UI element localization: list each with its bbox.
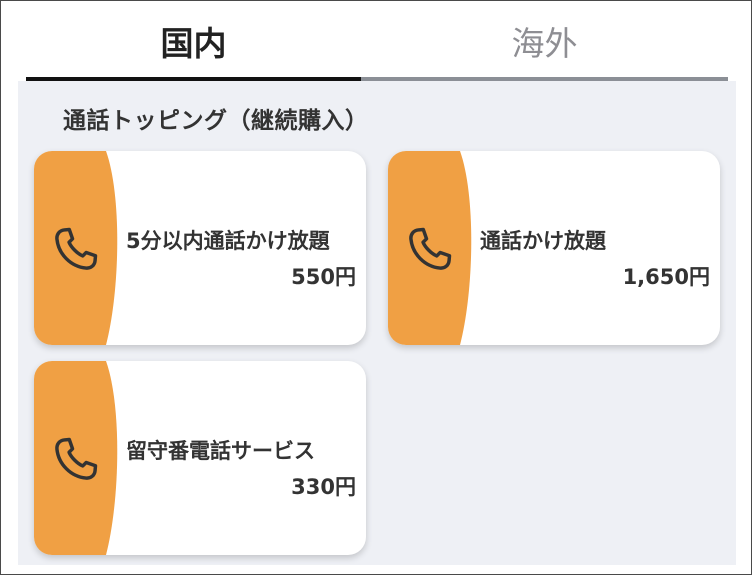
- topping-price: 550円: [291, 265, 356, 289]
- topping-price: 330円: [291, 475, 356, 499]
- topping-name: 5分以内通話かけ放題: [126, 229, 330, 253]
- topping-panel: 通話トッピング（継続購入） 5分以内通話かけ放題 550円 通話かけ放題 1,6…: [18, 81, 736, 565]
- app-frame: 国内 海外 通話トッピング（継続購入） 5分以内通話かけ放題 550円 通話かけ…: [0, 0, 752, 575]
- phone-icon: [409, 227, 452, 270]
- tab-domestic[interactable]: 国内: [26, 1, 361, 81]
- topping-card-5min-calls[interactable]: 5分以内通話かけ放題 550円: [34, 151, 366, 345]
- region-tabs: 国内 海外: [26, 1, 728, 81]
- phone-icon: [55, 437, 98, 480]
- topping-name: 留守番電話サービス: [126, 439, 315, 463]
- tab-overseas-label: 海外: [511, 24, 578, 63]
- tab-overseas[interactable]: 海外: [361, 1, 728, 81]
- topping-card-unlimited-calls[interactable]: 通話かけ放題 1,650円: [388, 151, 720, 345]
- tab-domestic-label: 国内: [160, 24, 227, 63]
- topping-name: 通話かけ放題: [480, 229, 606, 253]
- phone-icon: [55, 227, 98, 270]
- topping-price: 1,650円: [622, 265, 710, 289]
- section-title: 通話トッピング（継続購入）: [63, 108, 369, 134]
- topping-card-voicemail[interactable]: 留守番電話サービス 330円: [34, 361, 366, 555]
